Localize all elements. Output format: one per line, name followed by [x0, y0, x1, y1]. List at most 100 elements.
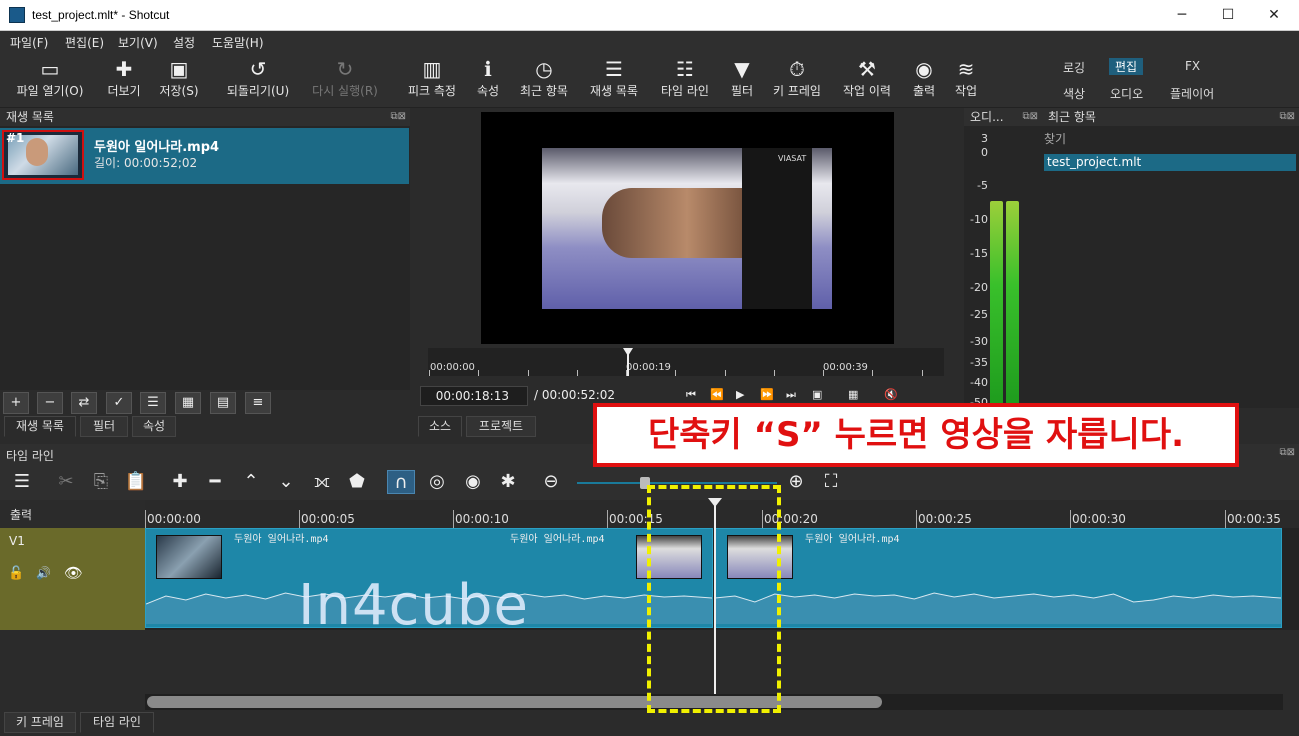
zoom-in-icon[interactable]: ⊕ — [782, 470, 810, 494]
timeline-title: 타임 라인 — [6, 449, 54, 463]
scrubber-bar[interactable]: 00:00:00 00:00:19 00:00:39 — [428, 348, 944, 376]
undo-button[interactable]: ↺ 되돌리기(U) — [220, 52, 296, 108]
clip-thumbnail — [156, 535, 222, 579]
menu-bar: 파일(F) 편집(E) 보기(V) 설정 도움말(H) — [0, 31, 1299, 52]
maximize-button[interactable]: ☐ — [1205, 0, 1251, 31]
paste-icon[interactable]: 📋 — [122, 470, 150, 494]
output-track-header: 출력 — [0, 500, 145, 528]
peak-meter-button[interactable]: ▥ 피크 측정 — [402, 52, 462, 108]
panel-float-close-icon[interactable]: ⧉⊠ — [1279, 108, 1295, 126]
rewind-icon[interactable]: ⏪ — [710, 388, 724, 401]
menu-settings[interactable]: 설정 — [173, 34, 195, 51]
icons-view-button[interactable]: ▤ — [210, 392, 236, 414]
zoom-fit-icon[interactable]: ⛶ — [817, 470, 845, 494]
open-file-button[interactable]: ▭ 파일 열기(O) — [10, 52, 90, 108]
layout-logging[interactable]: 로깅 — [1063, 59, 1085, 76]
recent-button[interactable]: ◷ 최근 항목 — [514, 52, 574, 108]
layout-fx[interactable]: FX — [1185, 59, 1200, 73]
timeline-button[interactable]: ☷ 타임 라인 — [654, 52, 716, 108]
clip-name: 두원아 일어나라.mp4 — [234, 534, 329, 545]
instruction-callout: 단축키 “S” 누르면 영상을 자릅니다. — [593, 403, 1239, 467]
layout-color[interactable]: 색상 — [1063, 85, 1085, 102]
menu-view[interactable]: 보기(V) — [118, 34, 158, 51]
skip-next-icon[interactable]: ⏭ — [786, 388, 796, 402]
remove-button[interactable]: − — [37, 392, 63, 414]
details-view-button[interactable]: ☰ — [140, 392, 166, 414]
video-screen[interactable]: VIASAT — [481, 112, 894, 344]
shotcut-window: test_project.mlt* - Shotcut ─ ☐ ✕ 파일(F) … — [0, 0, 1299, 736]
copy-icon[interactable]: ⎘ — [87, 470, 115, 494]
channel-logo: VIASAT — [778, 154, 807, 163]
playlist-item-number: #1 — [6, 131, 25, 145]
layout-player[interactable]: 플레이어 — [1170, 85, 1214, 102]
tiles-view-button[interactable]: ▦ — [175, 392, 201, 414]
panel-float-close-icon[interactable]: ⧉⊠ — [1279, 447, 1295, 458]
ripple-icon[interactable]: ◉ — [459, 470, 487, 494]
skip-previous-icon[interactable]: ⏮ — [686, 388, 696, 402]
filter-button[interactable]: ▼ 필터 — [724, 52, 760, 108]
ripple-all-icon[interactable]: ✱ — [494, 470, 522, 494]
menu-file[interactable]: 파일(F) — [10, 34, 48, 51]
playlist-button[interactable]: ☰ 재생 목록 — [584, 52, 644, 108]
player-playhead[interactable] — [623, 348, 633, 356]
overwrite-icon[interactable]: ⌄ — [272, 470, 300, 494]
remove-icon[interactable]: ━ — [201, 470, 229, 494]
v1-track-header[interactable]: V1 🔓 🔊 👁 — [0, 528, 145, 630]
properties-button[interactable]: ℹ 속성 — [470, 52, 506, 108]
add-button[interactable]: + — [3, 392, 29, 414]
recent-search-input[interactable]: 찾기 — [1044, 130, 1066, 147]
lift-icon[interactable]: ⌃ — [237, 470, 265, 494]
jobs-button[interactable]: ≋ 작업 — [948, 52, 984, 108]
menu-edit[interactable]: 편집(E) — [65, 34, 104, 51]
select-button[interactable]: ✓ — [106, 392, 132, 414]
tab-filters[interactable]: 필터 — [80, 416, 128, 437]
audio-level-left — [990, 201, 1003, 411]
play-icon[interactable]: ▶ — [736, 388, 744, 401]
split-icon[interactable]: ⟗ — [308, 470, 336, 494]
panel-float-close-icon[interactable]: ⧉⊠ — [1022, 108, 1038, 126]
tab-project[interactable]: 프로젝트 — [466, 416, 536, 437]
tab-source[interactable]: 소스 — [418, 416, 462, 437]
append-icon[interactable]: ✚ — [166, 470, 194, 494]
menu-help[interactable]: 도움말(H) — [212, 34, 264, 51]
track-name: V1 — [9, 534, 25, 548]
zoom-slider[interactable] — [577, 482, 777, 484]
zoom-icon[interactable]: ▣ — [812, 388, 822, 401]
zoom-out-icon[interactable]: ⊖ — [537, 470, 565, 494]
scrub-icon[interactable]: ◎ — [423, 470, 451, 494]
history-button[interactable]: ⚒ 작업 이력 — [836, 52, 898, 108]
tab-keyframes[interactable]: 키 프레임 — [4, 712, 76, 733]
grid-icon[interactable]: ▦ — [848, 388, 858, 401]
marker-icon[interactable]: ⬟ — [343, 470, 371, 494]
tab-properties[interactable]: 속성 — [132, 416, 176, 437]
tab-timeline[interactable]: 타임 라인 — [80, 712, 154, 733]
cut-icon[interactable]: ✂ — [52, 470, 80, 494]
visibility-eye-icon[interactable]: 👁 — [64, 564, 83, 582]
playlist-item[interactable]: #1 두원아 일어나라.mp4 길이: 00:00:52;02 — [0, 128, 409, 184]
player-panel: VIASAT 00:00:00 00:00:19 00:00:39 00:00:… — [412, 108, 962, 438]
update-button[interactable]: ⇄ — [71, 392, 97, 414]
tab-playlist[interactable]: 재생 목록 — [4, 416, 76, 437]
mute-icon[interactable]: 🔇 — [884, 388, 898, 401]
audio-meter-header: 오디... ⧉⊠ — [964, 108, 1042, 126]
recent-item[interactable]: test_project.mlt — [1044, 154, 1296, 171]
more-button[interactable]: ✚ 더보기 — [100, 52, 148, 108]
redo-button[interactable]: ↻ 다시 실행(R) — [306, 52, 384, 108]
export-button[interactable]: ◉ 출력 — [906, 52, 942, 108]
fast-forward-icon[interactable]: ⏩ — [760, 388, 774, 401]
snap-icon[interactable]: ∩ — [387, 470, 415, 494]
keyframe-button[interactable]: ⏱ 키 프레임 — [766, 52, 828, 108]
menu-icon[interactable]: ☰ — [8, 470, 36, 494]
close-button[interactable]: ✕ — [1251, 0, 1297, 31]
mute-track-icon[interactable]: 🔊 — [36, 566, 51, 580]
playlist-menu-button[interactable]: ≡ — [245, 392, 271, 414]
save-button[interactable]: ▣ 저장(S) — [155, 52, 203, 108]
lock-icon[interactable]: 🔓 — [8, 566, 24, 581]
layout-editing[interactable]: 편집 — [1109, 58, 1144, 75]
minimize-button[interactable]: ─ — [1159, 0, 1205, 31]
panel-float-close-icon[interactable]: ⧉⊠ — [390, 108, 406, 126]
audio-level-right — [1006, 201, 1019, 411]
current-time-field[interactable]: 00:00:18:13 — [420, 386, 528, 406]
layout-audio[interactable]: 오디오 — [1110, 85, 1143, 102]
timeline-clip[interactable]: 두원아 일어나라.mp4 — [714, 528, 1282, 628]
